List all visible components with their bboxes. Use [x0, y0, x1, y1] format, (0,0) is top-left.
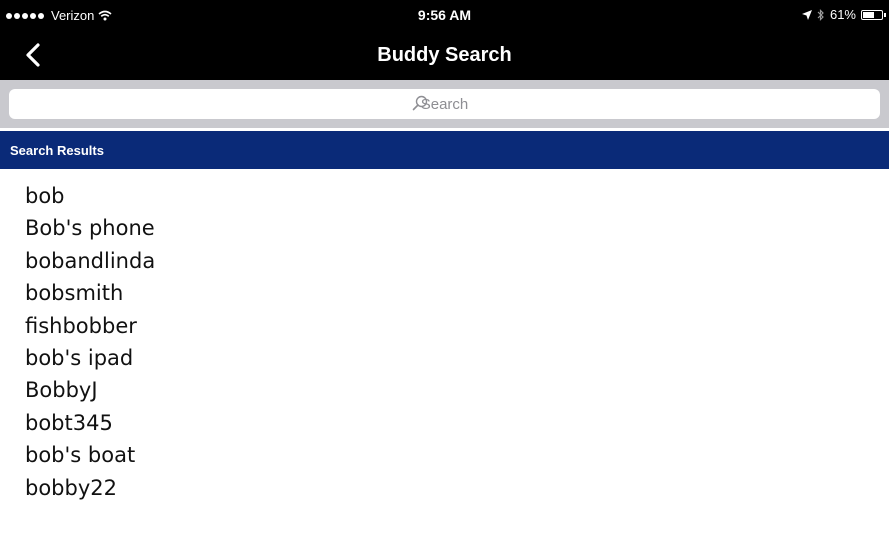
result-item[interactable]: bob's ipad — [0, 342, 889, 374]
status-time: 9:56 AM — [417, 7, 472, 23]
navigation-bar: Buddy Search — [0, 30, 889, 80]
result-item[interactable]: bob's boat — [0, 439, 889, 471]
result-item[interactable]: Bob's phone — [0, 212, 889, 244]
result-item[interactable]: bobandlinda — [0, 245, 889, 277]
result-item[interactable]: bobsmith — [0, 277, 889, 309]
result-item[interactable]: bobby22 — [0, 472, 889, 504]
status-bar: Verizon 9:56 AM 61% — [0, 0, 889, 30]
result-item[interactable]: BobbyJ — [0, 374, 889, 406]
battery-percent: 61% — [829, 7, 856, 22]
status-right: 61% — [801, 7, 886, 22]
bluetooth-icon — [817, 8, 824, 21]
result-item[interactable]: bobt345 — [0, 407, 889, 439]
battery-icon — [861, 9, 886, 20]
battery-fill — [863, 11, 874, 18]
page-title: Buddy Search — [377, 44, 512, 66]
section-header-label: Search Results — [10, 143, 104, 158]
search-bar — [0, 80, 889, 128]
location-arrow-icon — [801, 9, 812, 20]
search-input[interactable] — [9, 89, 880, 119]
result-item[interactable]: bob — [0, 180, 889, 212]
result-item[interactable]: fishbobber — [0, 310, 889, 342]
section-header: Search Results — [0, 131, 889, 169]
results-list: bob Bob's phone bobandlinda bobsmith fis… — [0, 180, 889, 504]
